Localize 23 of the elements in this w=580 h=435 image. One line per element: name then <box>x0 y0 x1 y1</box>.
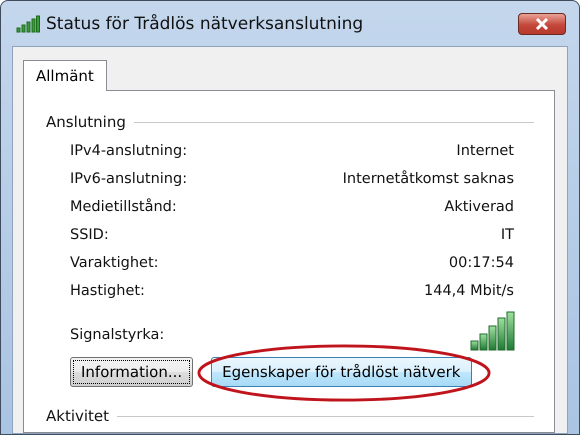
field-value: 00:17:54 <box>448 255 514 271</box>
field-value: 144,4 Mbit/s <box>424 283 514 299</box>
field-value: Internet <box>456 143 514 159</box>
field-label: SSID: <box>70 227 109 243</box>
group-heading: Aktivitet <box>46 407 110 425</box>
field-value: Aktiverad <box>444 199 514 215</box>
field-value: IT <box>500 227 514 243</box>
field-label: Medietillstånd: <box>70 199 177 215</box>
field-label: IPv6-anslutning: <box>70 171 188 187</box>
close-button[interactable] <box>518 12 566 34</box>
tab[interactable]: Allmänt <box>23 60 107 91</box>
signal-bars-icon <box>16 14 40 32</box>
field-label: Hastighet: <box>70 283 145 299</box>
dialog-button[interactable]: Egenskaper för trådlöst nätverk <box>211 357 472 387</box>
field-label: Varaktighet: <box>70 255 159 271</box>
field-label: Signalstyrka: <box>70 327 164 343</box>
signal-strength-icon <box>470 311 516 351</box>
dialog-button[interactable]: Information... <box>70 357 194 387</box>
close-icon <box>534 18 550 30</box>
field-value: Internetåtkomst saknas <box>342 171 514 187</box>
group-heading: Anslutning <box>46 113 126 131</box>
window-title: Status för Trådlös nätverksanslutning <box>46 14 364 34</box>
field-label: IPv4-anslutning: <box>70 143 188 159</box>
